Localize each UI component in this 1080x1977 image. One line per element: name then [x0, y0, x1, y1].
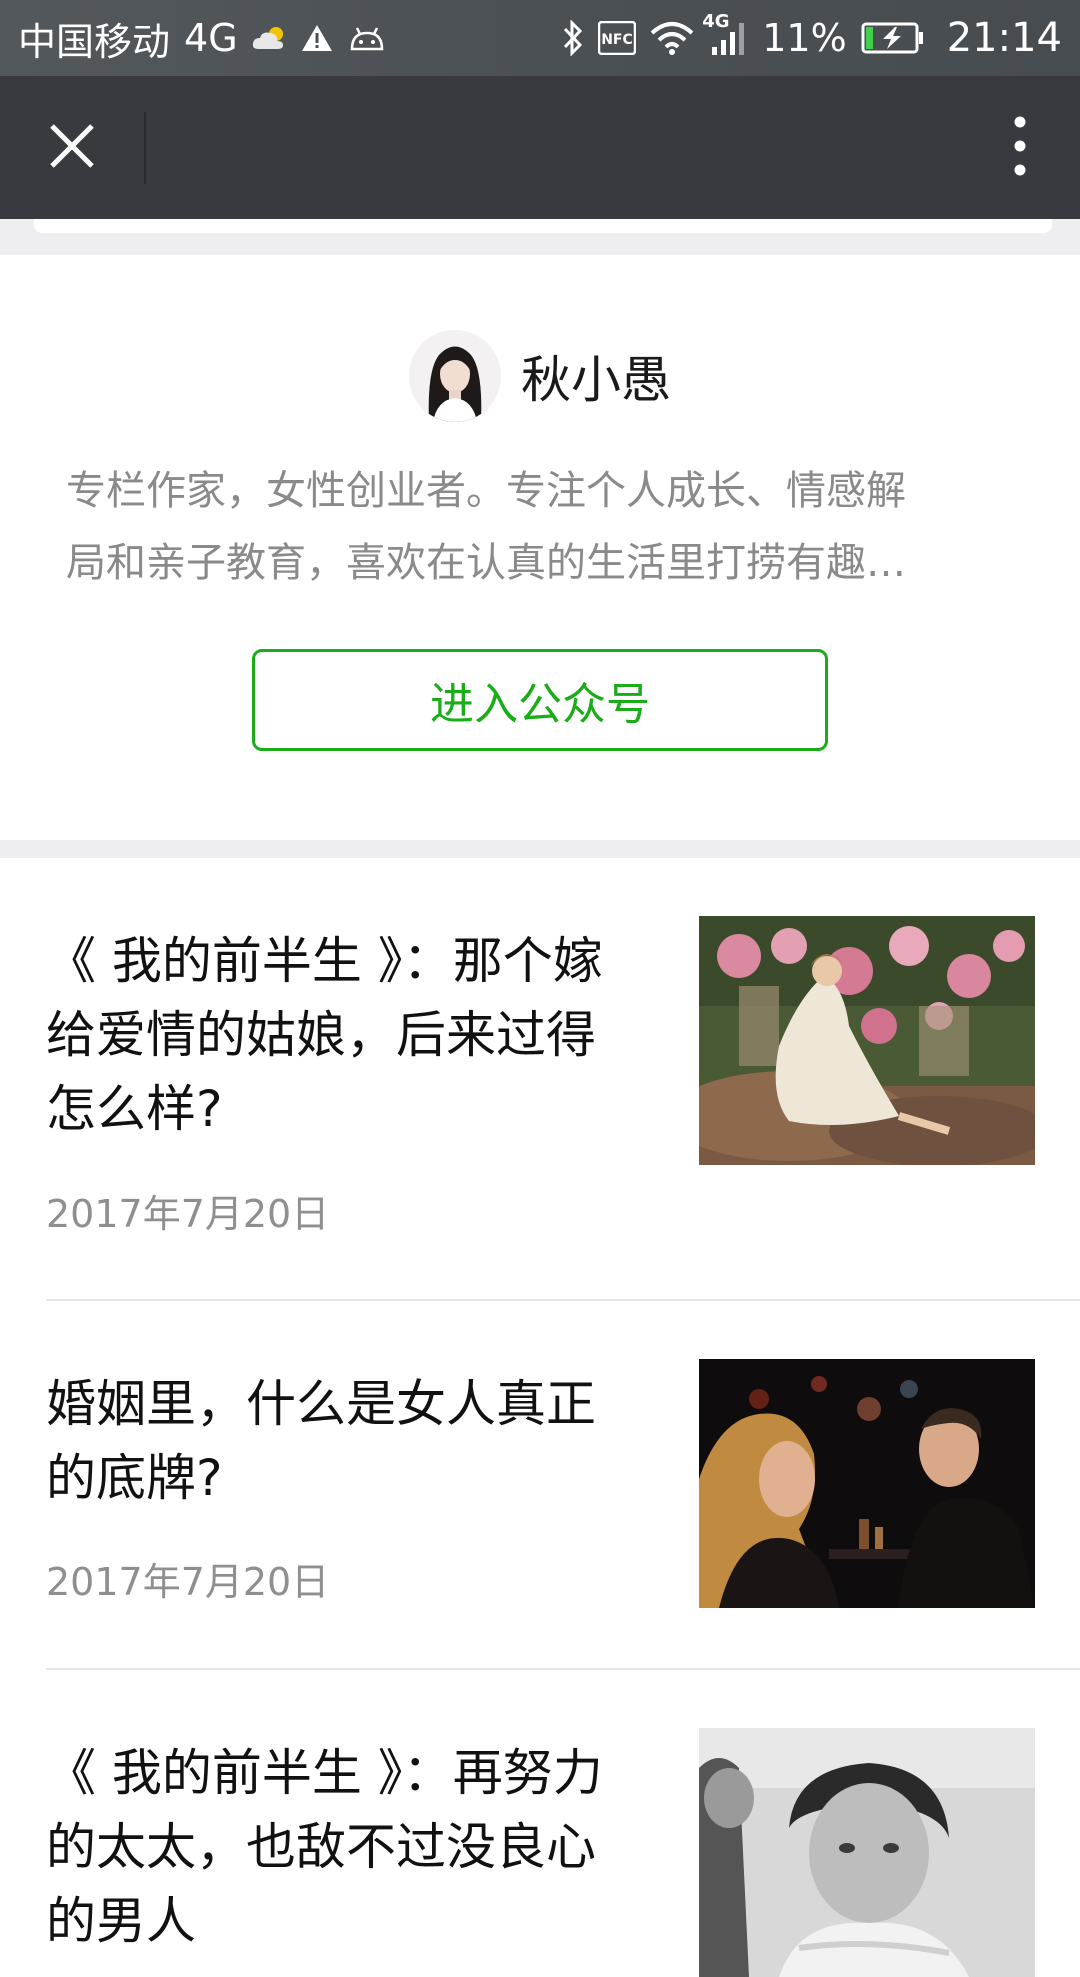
battery-charging-icon	[861, 22, 925, 54]
nfc-icon: NFC	[598, 21, 637, 55]
network-label: 4G	[184, 16, 238, 60]
account-description: 专栏作家，女性创业者。专注个人成长、情感解 局和亲子教育，喜欢在认真的生活里打捞…	[66, 455, 1016, 599]
article-title: 《 我的前半生 》：那个嫁 给爱情的姑娘，后来过得 怎么样?	[46, 924, 646, 1146]
title-line: 怎么样?	[46, 1080, 223, 1138]
title-line: 的男人	[46, 1892, 196, 1950]
article-title: 婚姻里，什么是女人真正 的底牌?	[46, 1367, 646, 1515]
description-line: 局和亲子教育，喜欢在认真的生活里打捞有趣…	[66, 540, 906, 586]
title-line: 婚姻里，什么是女人真正	[46, 1375, 596, 1433]
clock: 21:14	[946, 15, 1062, 61]
more-vertical-icon	[1014, 116, 1026, 180]
wifi-icon	[650, 21, 694, 55]
bluetooth-icon	[562, 20, 584, 56]
article-thumbnail	[699, 1359, 1035, 1608]
title-line: 《 我的前半生 》：再努力	[46, 1744, 603, 1802]
title-bar	[0, 76, 1080, 219]
android-debug-icon	[348, 25, 386, 51]
signal-network-label: 4G	[702, 11, 730, 32]
battery-percent: 11%	[762, 16, 847, 60]
account-profile-card: 秋小愚 专栏作家，女性创业者。专注个人成长、情感解 局和亲子教育，喜欢在认真的生…	[0, 255, 1080, 840]
article-thumbnail	[699, 1728, 1035, 1977]
title-line: 的底牌?	[46, 1449, 223, 1507]
article-date: 2017年7月20日	[46, 1192, 330, 1236]
list-item[interactable]: 《 我的前半生 》：再努力 的太太，也敌不过没良心 的男人	[0, 1670, 1080, 1977]
list-item[interactable]: 《 我的前半生 》：那个嫁 给爱情的姑娘，后来过得 怎么样? 2017年7月20…	[0, 858, 1080, 1301]
warning-icon	[300, 23, 334, 53]
previous-card-edge	[0, 219, 1080, 255]
more-menu-button[interactable]	[960, 76, 1080, 219]
card-edge	[34, 219, 1052, 233]
status-right: NFC 4G 11% 21:14	[562, 11, 1062, 61]
title-line: 《 我的前半生 》：那个嫁	[46, 932, 603, 990]
close-button[interactable]	[0, 76, 144, 219]
article-title: 《 我的前半生 》：再努力 的太太，也敌不过没良心 的男人	[46, 1736, 646, 1958]
enter-account-button[interactable]: 进入公众号	[252, 649, 828, 751]
status-bar: 中国移动 4G NFC 4G 11% 21:14	[0, 0, 1080, 76]
section-divider	[0, 840, 1080, 858]
carrier-label: 中国移动	[18, 19, 171, 64]
nav-divider	[144, 111, 146, 184]
article-thumbnail	[699, 916, 1035, 1165]
description-line: 专栏作家，女性创业者。专注个人成长、情感解	[66, 468, 906, 514]
close-icon	[48, 122, 96, 174]
avatar[interactable]	[409, 330, 501, 422]
account-name: 秋小愚	[521, 351, 671, 409]
title-line: 给爱情的姑娘，后来过得	[46, 1006, 596, 1064]
article-date: 2017年7月20日	[46, 1560, 330, 1604]
title-line: 的太太，也敌不过没良心	[46, 1818, 596, 1876]
profile-header: 秋小愚	[0, 330, 1080, 422]
status-left: 中国移动 4G	[18, 11, 386, 66]
weather-cloudy-icon	[252, 25, 286, 51]
cell-signal-icon: 4G	[702, 11, 748, 57]
svg-text:NFC: NFC	[601, 32, 633, 48]
list-item[interactable]: 婚姻里，什么是女人真正 的底牌? 2017年7月20日	[0, 1301, 1080, 1670]
